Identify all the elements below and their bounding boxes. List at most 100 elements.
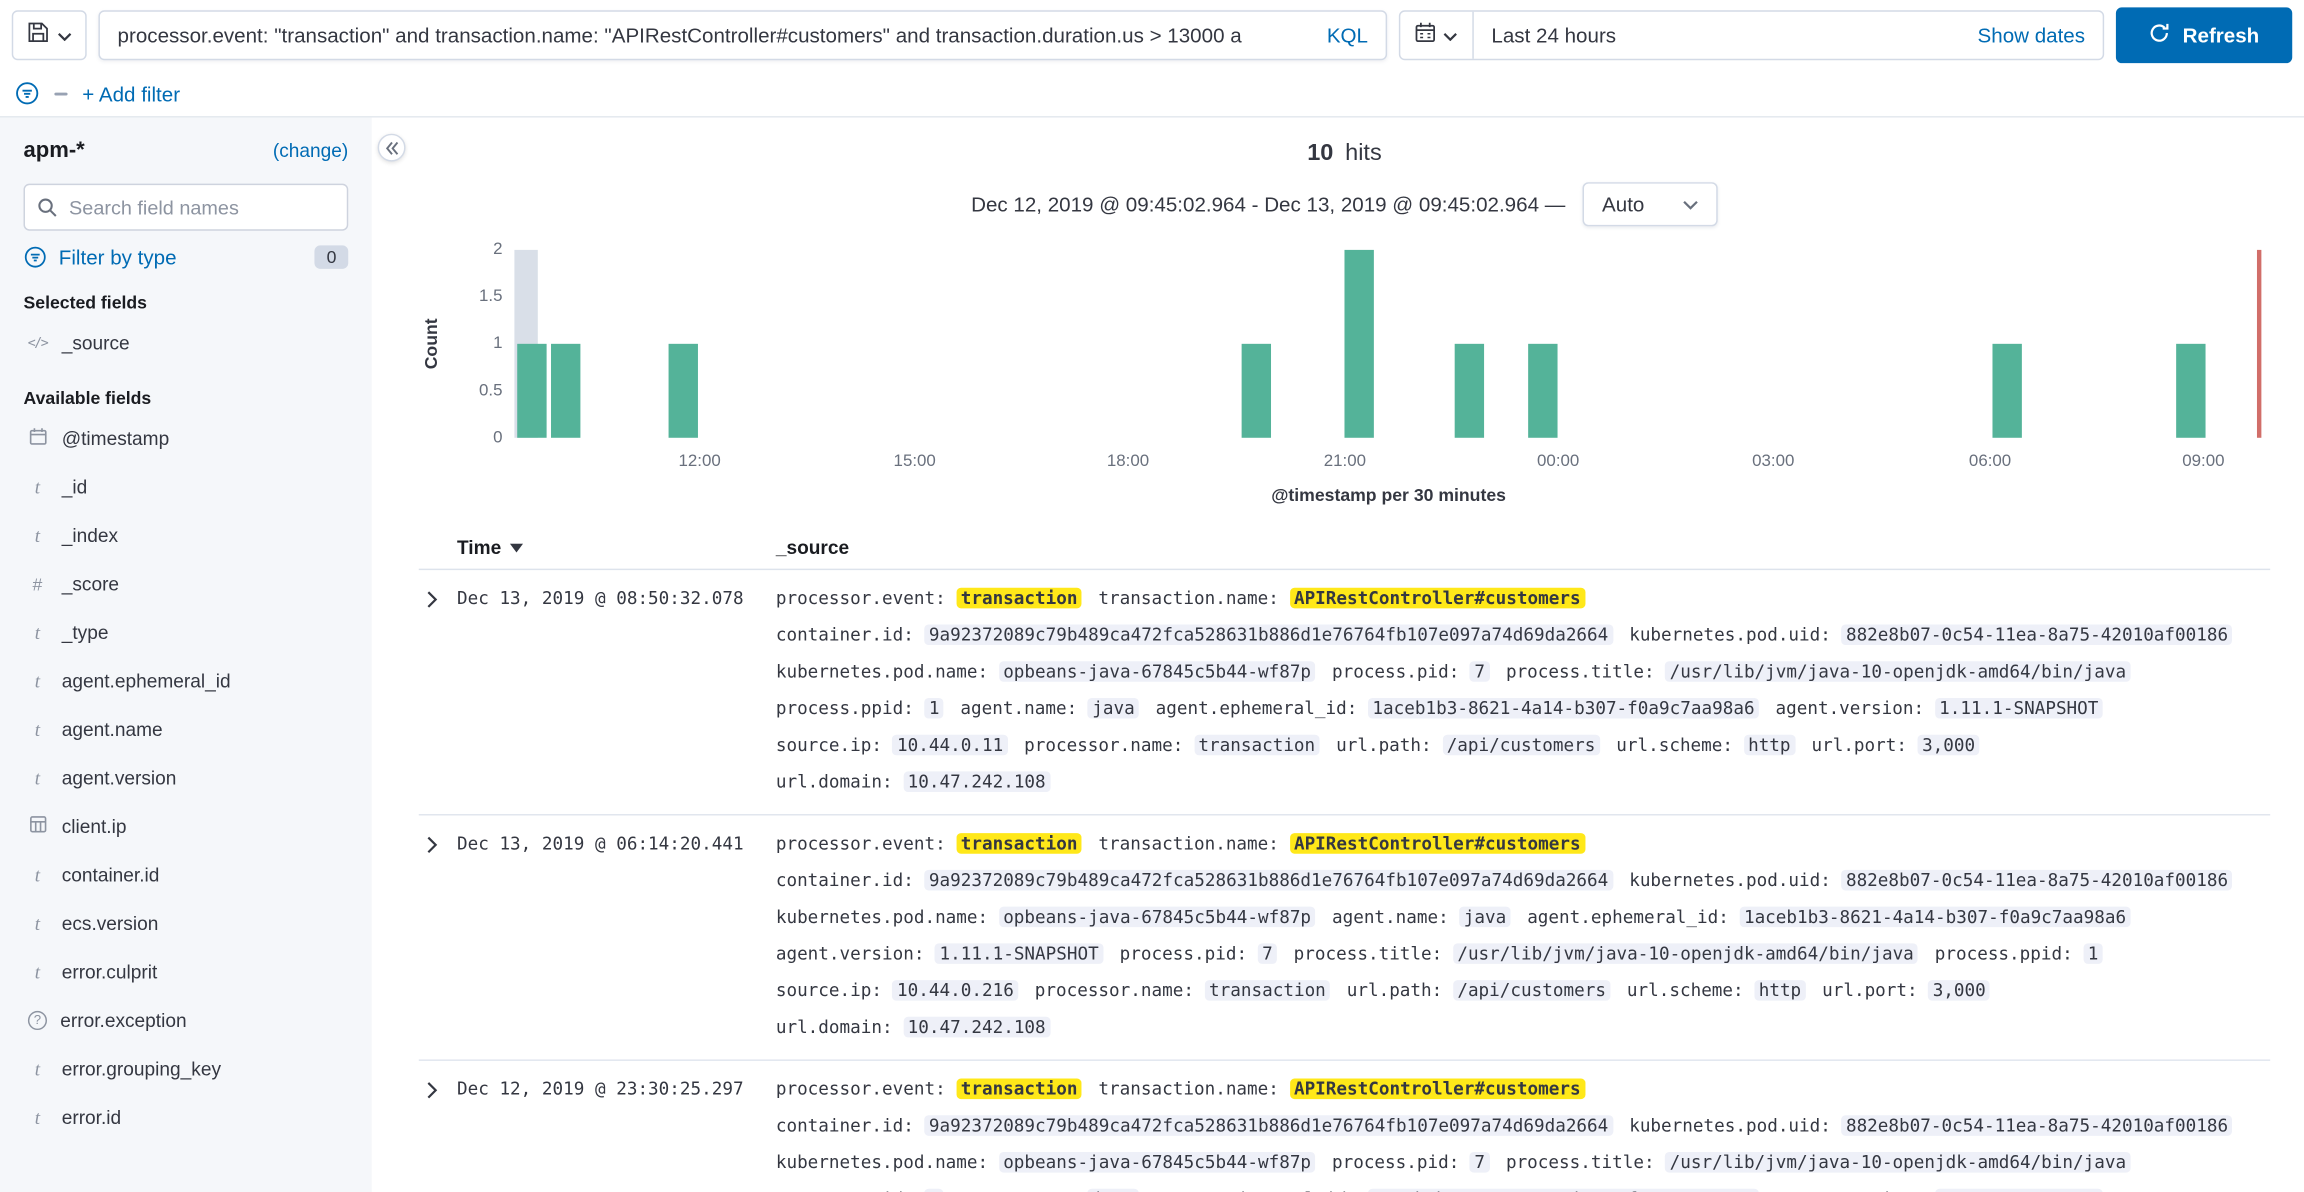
sidebar-field-error.exception[interactable]: ?error.exception	[24, 996, 349, 1044]
source-field-value: java	[1459, 907, 1510, 928]
table-header: Time _source	[419, 526, 2270, 570]
document-source: processor.event: transaction transaction…	[776, 826, 2270, 1046]
field-type-unknown-icon: ?	[28, 1011, 47, 1030]
interval-select[interactable]: Auto	[1583, 182, 1718, 226]
refresh-icon	[2149, 22, 2171, 48]
histogram-bar[interactable]	[1992, 344, 2022, 438]
source-field-value: transaction	[956, 833, 1082, 854]
source-field-pair: processor.name: transaction	[1035, 980, 1330, 1001]
refresh-button[interactable]: Refresh	[2116, 7, 2292, 63]
source-field-value: 882e8b07-0c54-11ea-8a75-42010af00186	[1842, 1115, 2233, 1136]
sidebar-field-_score[interactable]: #_score	[24, 560, 349, 608]
source-field-name: url.port:	[1822, 980, 1918, 1001]
histogram-bar[interactable]	[1242, 344, 1272, 438]
source-field-value: /usr/lib/jvm/java-10-openjdk-amd64/bin/j…	[1665, 661, 2130, 682]
search-field-names-input[interactable]	[24, 184, 349, 231]
histogram-bar[interactable]	[1455, 344, 1485, 438]
sidebar-field-_id[interactable]: t_id	[24, 463, 349, 511]
source-field-pair: kubernetes.pod.uid: 882e8b07-0c54-11ea-8…	[1629, 624, 2232, 645]
source-field-value: /usr/lib/jvm/java-10-openjdk-amd64/bin/j…	[1453, 943, 1918, 964]
field-name-label: agent.ephemeral_id	[62, 670, 231, 692]
source-field-name: transaction.name:	[1098, 588, 1278, 609]
field-type-source-icon: </>	[26, 333, 48, 354]
histogram-bar[interactable]	[2175, 344, 2205, 438]
sidebar-field-ecs.version[interactable]: tecs.version	[24, 899, 349, 947]
kql-language-button[interactable]: KQL	[1312, 24, 1368, 48]
sidebar-field-error.id[interactable]: terror.id	[24, 1093, 349, 1141]
sidebar-field-agent.version[interactable]: t agent.version	[24, 754, 349, 802]
histogram-bar[interactable]	[1345, 250, 1375, 438]
histogram-bar[interactable]	[517, 344, 547, 438]
chevron-down-icon	[57, 22, 72, 48]
source-field-value: opbeans-java-67845c5b44-wf87p	[999, 907, 1316, 928]
sidebar-field-_type[interactable]: t_type	[24, 608, 349, 656]
source-field-name: container.id:	[776, 1115, 914, 1136]
source-field-pair: container.id: 9a92372089c79b489ca472fca5…	[776, 624, 1613, 645]
document-source: processor.event: transaction transaction…	[776, 580, 2270, 800]
y-axis-tick-label: 0.5	[444, 382, 503, 400]
source-field-value: java	[1088, 698, 1139, 719]
source-field-value: 1.11.1-SNAPSHOT	[1935, 698, 2103, 719]
source-field-pair: process.pid: 7	[1332, 661, 1489, 682]
sidebar-field-_source[interactable]: </>_source	[24, 319, 349, 367]
source-field-pair: source.ip: 10.44.0.11	[776, 735, 1008, 756]
collapse-sidebar-button[interactable]	[378, 134, 406, 162]
sidebar-field-@timestamp[interactable]: @timestamp	[24, 414, 349, 462]
filter-by-type-label: Filter by type	[59, 245, 177, 269]
filter-list-icon[interactable]	[15, 81, 40, 106]
change-index-pattern-button[interactable]: (change)	[273, 140, 348, 162]
time-range-value[interactable]: Last 24 hours	[1474, 24, 1960, 48]
sidebar-field-agent.name[interactable]: tagent.name	[24, 705, 349, 753]
source-field-value: opbeans-java-67845c5b44-wf87p	[999, 661, 1316, 682]
time-column-label: Time	[457, 536, 501, 558]
field-name-label: agent.version	[62, 767, 177, 789]
time-column-header[interactable]: Time	[457, 536, 776, 558]
filter-by-type-button[interactable]: Filter by type	[24, 245, 177, 269]
expand-document-button[interactable]	[419, 826, 457, 1046]
source-field-name: process.title:	[1506, 661, 1655, 682]
x-axis-tick-label: 03:00	[1752, 453, 1794, 471]
field-type-string-icon: t	[26, 768, 48, 789]
expand-document-button[interactable]	[419, 1071, 457, 1192]
saved-query-menu-button[interactable]	[12, 10, 87, 60]
source-field-value: 7	[1470, 661, 1489, 682]
sidebar-field-_index[interactable]: t_index	[24, 511, 349, 559]
query-input[interactable]: processor.event: "transaction" and trans…	[98, 10, 1387, 60]
discover-body: apm-* (change) Fil	[0, 118, 2304, 1192]
field-type-ip-icon	[26, 816, 48, 838]
histogram-bar[interactable]	[668, 344, 698, 438]
source-field-value: 1	[2083, 943, 2102, 964]
y-axis-tick-label: 0	[444, 429, 503, 447]
show-dates-button[interactable]: Show dates	[1960, 24, 2103, 48]
histogram-plot-area[interactable]	[514, 250, 2263, 438]
field-type-string-icon: t	[26, 1107, 48, 1128]
expand-document-button[interactable]	[419, 580, 457, 800]
source-field-name: agent.name:	[960, 698, 1077, 719]
date-quick-select-button[interactable]	[1400, 12, 1473, 59]
sidebar-field-client.ip[interactable]: client.ip	[24, 802, 349, 850]
sidebar-field-error.grouping_key[interactable]: terror.grouping_key	[24, 1045, 349, 1093]
histogram-time-range: Dec 12, 2019 @ 09:45:02.964 - Dec 13, 20…	[971, 192, 1565, 216]
field-name-label: ecs.version	[62, 912, 159, 934]
source-field-name: agent.version:	[1775, 698, 1924, 719]
histogram-bar[interactable]	[1528, 344, 1558, 438]
source-field-pair: process.title: /usr/lib/jvm/java-10-open…	[1506, 1152, 2131, 1173]
source-field-name: source.ip:	[776, 980, 882, 1001]
sidebar-field-agent.ephemeral_id[interactable]: tagent.ephemeral_id	[24, 657, 349, 705]
add-filter-button[interactable]: + Add filter	[82, 82, 180, 106]
histogram-bar[interactable]	[551, 344, 581, 438]
sidebar-field-container.id[interactable]: tcontainer.id	[24, 851, 349, 899]
source-field-value: 3,000	[1918, 735, 1980, 756]
document-source: processor.event: transaction transaction…	[776, 1071, 2270, 1192]
sidebar-field-error.culprit[interactable]: terror.culprit	[24, 948, 349, 996]
x-axis-tick-label: 09:00	[2182, 453, 2224, 471]
x-axis-tick-label: 12:00	[678, 453, 720, 471]
filter-count-badge: 0	[315, 245, 348, 269]
source-field-name: process.pid:	[1332, 1152, 1459, 1173]
index-pattern-title[interactable]: apm-*	[24, 138, 85, 163]
source-field-pair: process.pid: 7	[1120, 943, 1277, 964]
source-field-value: 882e8b07-0c54-11ea-8a75-42010af00186	[1842, 624, 2233, 645]
field-name-label: client.ip	[62, 816, 127, 838]
source-field-name: process.ppid:	[1935, 943, 2073, 964]
filter-by-type-row: Filter by type 0	[24, 245, 349, 269]
